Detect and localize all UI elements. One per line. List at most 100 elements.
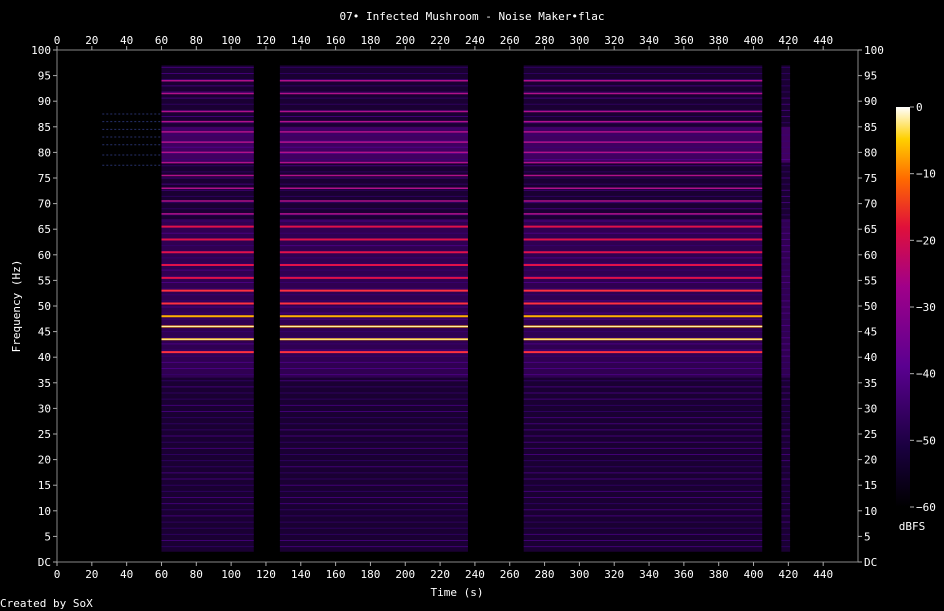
- x-axis-label: Time (s): [431, 586, 484, 599]
- colorbar-tick-label: −40: [916, 368, 936, 381]
- x-tick-label-top: 140: [291, 34, 311, 47]
- y-tick-label: 30: [38, 402, 51, 415]
- y-tick-label: 65: [38, 223, 51, 236]
- y-tick-label-right: 40: [864, 351, 877, 364]
- x-tick-label-top: 300: [569, 34, 589, 47]
- y-tick-label-right: 80: [864, 146, 877, 159]
- y-tick-label-right: 20: [864, 454, 877, 467]
- x-tick-label-top: 160: [326, 34, 346, 47]
- x-tick-label: 160: [326, 568, 346, 581]
- x-tick-label: 220: [430, 568, 450, 581]
- colorbar-tick-label: 0: [916, 101, 923, 114]
- y-tick-label-right: 30: [864, 402, 877, 415]
- colorbar-label: dBFS: [899, 520, 926, 533]
- y-tick-label: 5: [44, 530, 51, 543]
- x-tick-label-top: 400: [744, 34, 764, 47]
- y-tick-label-right: 10: [864, 505, 877, 518]
- y-tick-label: 50: [38, 300, 51, 313]
- y-tick-label: 80: [38, 146, 51, 159]
- x-tick-label: 180: [360, 568, 380, 581]
- y-tick-label-right: 65: [864, 223, 877, 236]
- x-tick-label-top: 340: [639, 34, 659, 47]
- x-tick-label-top: 420: [778, 34, 798, 47]
- x-tick-label-top: 320: [604, 34, 624, 47]
- x-tick-label-top: 120: [256, 34, 276, 47]
- x-tick-label: 300: [569, 568, 589, 581]
- y-tick-label-right: 15: [864, 479, 877, 492]
- colorbar-tick-label: −50: [916, 434, 936, 447]
- x-tick-label: 260: [500, 568, 520, 581]
- x-tick-label-top: 220: [430, 34, 450, 47]
- x-tick-label-top: 100: [221, 34, 241, 47]
- x-tick-label-top: 260: [500, 34, 520, 47]
- colorbar-ticks: 0 −10 −20 −30 −40 −50 −60: [910, 101, 936, 514]
- x-tick-label-top: 0: [54, 34, 61, 47]
- y-tick-label: 100: [31, 44, 51, 57]
- colorbar-tick-label: −20: [916, 234, 936, 247]
- y-tick-label: 75: [38, 172, 51, 185]
- x-tick-label-top: 440: [813, 34, 833, 47]
- x-tick-label: 380: [709, 568, 729, 581]
- x-tick-label: 240: [465, 568, 485, 581]
- spectral-haze-mid: [161, 218, 254, 378]
- y-tick-label: 60: [38, 249, 51, 262]
- spectral-haze-mid: [781, 218, 791, 378]
- y-tick-label: 10: [38, 505, 51, 518]
- y-tick-label-right: 35: [864, 377, 877, 390]
- x-tick-label: 0: [54, 568, 61, 581]
- y-tick-label: 70: [38, 198, 51, 211]
- x-tick-label: 400: [744, 568, 764, 581]
- colorbar-tick-label: −60: [916, 501, 936, 514]
- y-tick-label: 45: [38, 326, 51, 339]
- y-tick-label-right: 50: [864, 300, 877, 313]
- x-tick-label-top: 20: [85, 34, 98, 47]
- x-tick-label: 200: [395, 568, 415, 581]
- x-tick-label: 280: [535, 568, 555, 581]
- x-tick-label-top: 380: [709, 34, 729, 47]
- y-tick-label-right: 25: [864, 428, 877, 441]
- x-tick-label-top: 180: [360, 34, 380, 47]
- spectral-haze-high: [781, 126, 791, 163]
- credit-text: Created by SoX: [0, 597, 93, 610]
- spectrogram-area: [102, 65, 791, 552]
- y-tick-label-right: 90: [864, 95, 877, 108]
- spectral-haze-mid: [523, 218, 763, 378]
- y-tick-label: 55: [38, 274, 51, 287]
- x-tick-label: 60: [155, 568, 168, 581]
- y-tick-label: 25: [38, 428, 51, 441]
- y-tick-label: 20: [38, 454, 51, 467]
- y-tick-label: 85: [38, 121, 51, 134]
- x-tick-label-top: 200: [395, 34, 415, 47]
- x-tick-label: 100: [221, 568, 241, 581]
- x-tick-label-top: 360: [674, 34, 694, 47]
- chart-title: 07• Infected Mushroom - Noise Maker•flac: [340, 10, 605, 23]
- y-tick-label-right: 55: [864, 274, 877, 287]
- y-tick-label: DC: [38, 556, 51, 569]
- y-axis-label: Frequency (Hz): [10, 260, 23, 353]
- x-tick-label: 420: [778, 568, 798, 581]
- x-tick-label-top: 60: [155, 34, 168, 47]
- y-tick-label: 40: [38, 351, 51, 364]
- spectral-haze-mid: [279, 218, 468, 378]
- colorbar: [896, 107, 910, 507]
- colorbar-tick-label: −30: [916, 301, 936, 314]
- x-tick-label: 120: [256, 568, 276, 581]
- y-tick-label-right: 85: [864, 121, 877, 134]
- y-tick-label-right: 45: [864, 326, 877, 339]
- spectrogram-chart: 0020204040606080801001001201201401401601…: [0, 10, 936, 610]
- x-tick-label-top: 80: [190, 34, 203, 47]
- x-tick-label-top: 280: [535, 34, 555, 47]
- y-tick-label: 15: [38, 479, 51, 492]
- y-tick-label-right: 5: [864, 530, 871, 543]
- y-tick-label-right: DC: [864, 556, 877, 569]
- colorbar-tick-label: −10: [916, 168, 936, 181]
- y-tick-label: 95: [38, 70, 51, 83]
- x-tick-label-top: 240: [465, 34, 485, 47]
- x-tick-label: 80: [190, 568, 203, 581]
- x-tick-label: 320: [604, 568, 624, 581]
- x-tick-label: 40: [120, 568, 133, 581]
- x-tick-label: 140: [291, 568, 311, 581]
- y-tick-label-right: 75: [864, 172, 877, 185]
- x-tick-label-top: 40: [120, 34, 133, 47]
- y-tick-label-right: 95: [864, 70, 877, 83]
